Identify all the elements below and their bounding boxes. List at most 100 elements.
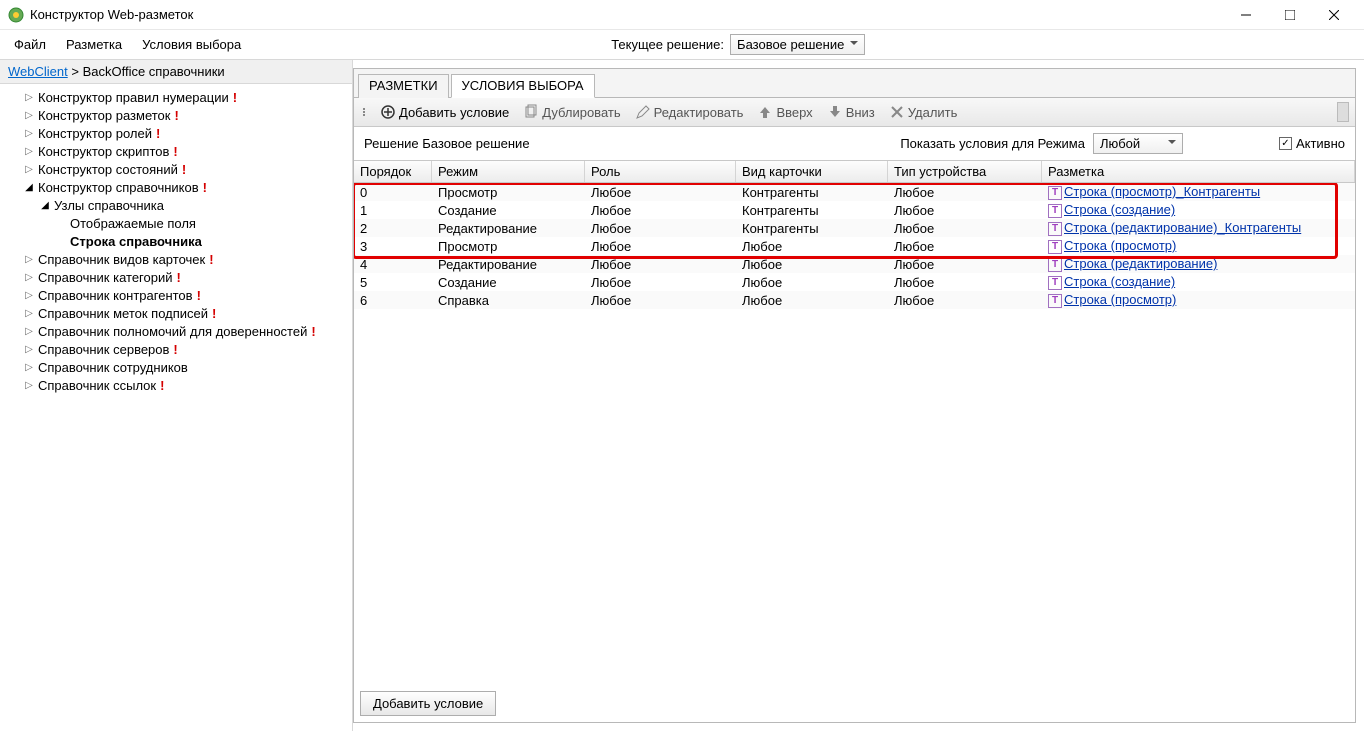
tree-item-label: Справочник ссылок (38, 378, 156, 393)
tree-item[interactable]: ▷Справочник видов карточек! (8, 250, 352, 268)
chevron-right-icon[interactable]: ▷ (24, 128, 34, 139)
menu-layout[interactable]: Разметка (56, 33, 132, 56)
table-row[interactable]: 2РедактированиеЛюбоеКонтрагентыЛюбоеTСтр… (354, 219, 1355, 237)
table-row[interactable]: 1СозданиеЛюбоеКонтрагентыЛюбоеTСтрока (с… (354, 201, 1355, 219)
layout-link[interactable]: Строка (создание) (1064, 202, 1175, 217)
tree-item[interactable]: ▷ Конструктор состояний! (8, 160, 352, 178)
cell: 5 (354, 275, 432, 290)
table-row[interactable]: 6СправкаЛюбоеЛюбоеЛюбоеTСтрока (просмотр… (354, 291, 1355, 309)
tab-layouts[interactable]: РАЗМЕТКИ (358, 74, 449, 98)
table-row[interactable]: 0ПросмотрЛюбоеКонтрагентыЛюбоеTСтрока (п… (354, 183, 1355, 201)
cell: Редактирование (432, 257, 585, 272)
tree-item[interactable]: ▷Конструктор разметок! (8, 106, 352, 124)
breadcrumb-root[interactable]: WebClient (8, 64, 68, 79)
layout-link[interactable]: Строка (создание) (1064, 274, 1175, 289)
layout-link[interactable]: Строка (просмотр) (1064, 292, 1176, 307)
chevron-down-icon[interactable]: ◢ (40, 200, 50, 211)
layout-icon: T (1048, 276, 1062, 290)
breadcrumb-rest: BackOffice справочники (83, 64, 225, 79)
copy-icon (523, 104, 539, 120)
chevron-down-icon[interactable]: ◢ (24, 182, 34, 193)
tree-item[interactable]: Отображаемые поля (8, 214, 352, 232)
exclamation-icon: ! (212, 306, 216, 321)
col-order[interactable]: Порядок (354, 161, 432, 182)
cell: Любое (585, 185, 736, 200)
tree-item[interactable]: ▷Справочник контрагентов! (8, 286, 352, 304)
tree-item[interactable]: ▷Справочник категорий! (8, 268, 352, 286)
tree-item[interactable]: ▷Справочник сотрудников (8, 358, 352, 376)
chevron-right-icon[interactable]: ▷ (24, 362, 34, 373)
chevron-right-icon[interactable]: ▷ (24, 380, 34, 391)
check-icon: ✓ (1279, 137, 1292, 150)
tree-item-label: Конструктор состояний (38, 162, 178, 177)
chevron-right-icon[interactable]: ▷ (24, 92, 34, 103)
col-mode[interactable]: Режим (432, 161, 585, 182)
table-row[interactable]: 4РедактированиеЛюбоеЛюбоеЛюбоеTСтрока (р… (354, 255, 1355, 273)
col-role[interactable]: Роль (585, 161, 736, 182)
chevron-right-icon[interactable]: ▷ (24, 272, 34, 283)
tree-item-label: Справочник серверов (38, 342, 169, 357)
menu-conditions[interactable]: Условия выбора (132, 33, 251, 56)
tree-item[interactable]: Строка справочника (8, 232, 352, 250)
menubar: Файл Разметка Условия выбора Текущее реш… (0, 30, 1364, 60)
tree-item-label: Справочник полномочий для доверенностей (38, 324, 307, 339)
toolbar-scroll-icon[interactable] (1337, 102, 1349, 122)
layout-icon: T (1048, 294, 1062, 308)
tree-item[interactable]: ▷Конструктор правил нумерации! (8, 88, 352, 106)
chevron-right-icon[interactable]: ▷ (24, 326, 34, 337)
arrow-up-icon (757, 104, 773, 120)
duplicate-button[interactable]: Дублировать (517, 102, 626, 122)
exclamation-icon: ! (182, 162, 186, 177)
chevron-right-icon[interactable]: ▷ (24, 344, 34, 355)
tree-item-label: Справочник контрагентов (38, 288, 193, 303)
table-row[interactable]: 5СозданиеЛюбоеЛюбоеЛюбоеTСтрока (создани… (354, 273, 1355, 291)
layout-link[interactable]: Строка (просмотр)_Контрагенты (1064, 184, 1260, 199)
exclamation-icon: ! (311, 324, 315, 339)
up-button[interactable]: Вверх (751, 102, 818, 122)
delete-button[interactable]: Удалить (883, 102, 964, 122)
close-button[interactable] (1312, 1, 1356, 29)
minimize-button[interactable] (1224, 1, 1268, 29)
grid-body: 0ПросмотрЛюбоеКонтрагентыЛюбоеTСтрока (п… (354, 183, 1355, 684)
chevron-right-icon[interactable]: ▷ (24, 254, 34, 265)
cell-layout: TСтрока (просмотр)_Контрагенты (1042, 184, 1355, 200)
tab-conditions[interactable]: УСЛОВИЯ ВЫБОРА (451, 74, 595, 98)
maximize-button[interactable] (1268, 1, 1312, 29)
tree-item[interactable]: ◢Конструктор справочников! (8, 178, 352, 196)
tree-item[interactable]: ▷ Справочник полномочий для доверенностей… (8, 322, 352, 340)
cell: Любое (888, 257, 1042, 272)
add-condition-button[interactable]: Добавить условие (374, 102, 515, 122)
layout-link[interactable]: Строка (редактирование)_Контрагенты (1064, 220, 1301, 235)
tree-item[interactable]: ◢Узлы справочника (8, 196, 352, 214)
edit-button[interactable]: Редактировать (629, 102, 750, 122)
tree-item[interactable]: ▷Справочник меток подписей! (8, 304, 352, 322)
cell: Любое (736, 293, 888, 308)
cell: Любое (888, 203, 1042, 218)
cell: Создание (432, 203, 585, 218)
down-button[interactable]: Вниз (821, 102, 881, 122)
cell-layout: TСтрока (создание) (1042, 202, 1355, 218)
cell-layout: TСтрока (редактирование)_Контрагенты (1042, 220, 1355, 236)
layout-link[interactable]: Строка (редактирование) (1064, 256, 1217, 271)
chevron-right-icon[interactable]: ▷ (24, 308, 34, 319)
app-icon (8, 7, 24, 23)
tree-item[interactable]: ▷Справочник ссылок! (8, 376, 352, 394)
cell: Любое (888, 275, 1042, 290)
current-solution-combo[interactable]: Базовое решение (730, 34, 865, 55)
col-device[interactable]: Тип устройства (888, 161, 1042, 182)
active-checkbox[interactable]: ✓ Активно (1279, 136, 1345, 151)
menu-file[interactable]: Файл (4, 33, 56, 56)
add-condition-footer-button[interactable]: Добавить условие (360, 691, 496, 716)
chevron-right-icon[interactable]: ▷ (24, 290, 34, 301)
tree-item[interactable]: ▷Справочник серверов! (8, 340, 352, 358)
col-card[interactable]: Вид карточки (736, 161, 888, 182)
chevron-right-icon[interactable]: ▷ (24, 110, 34, 121)
mode-combo[interactable]: Любой (1093, 133, 1183, 154)
chevron-right-icon[interactable]: ▷ (24, 164, 34, 175)
chevron-right-icon[interactable]: ▷ (24, 146, 34, 157)
layout-link[interactable]: Строка (просмотр) (1064, 238, 1176, 253)
table-row[interactable]: 3ПросмотрЛюбоеЛюбоеЛюбоеTСтрока (просмот… (354, 237, 1355, 255)
col-layout[interactable]: Разметка (1042, 161, 1355, 182)
tree-item[interactable]: ▷Конструктор ролей! (8, 124, 352, 142)
tree-item[interactable]: ▷Конструктор скриптов! (8, 142, 352, 160)
